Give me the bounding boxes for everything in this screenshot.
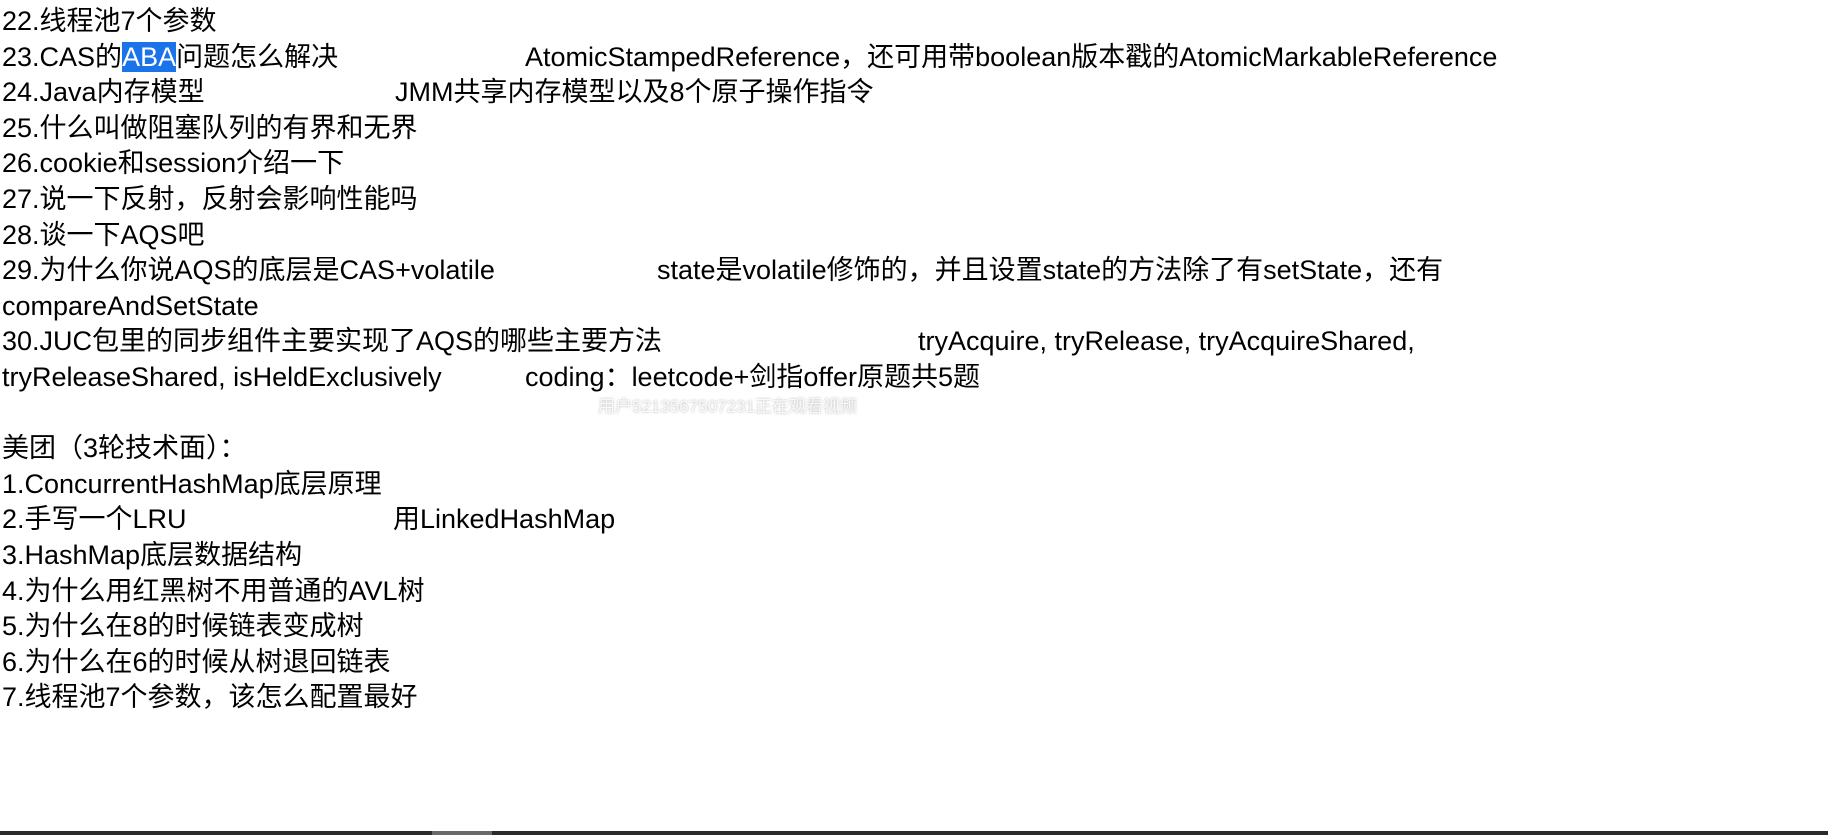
list-item: 1.ConcurrentHashMap底层原理 bbox=[0, 467, 1828, 503]
item-answer: 用LinkedHashMap bbox=[393, 504, 616, 535]
heading-text: 美团（3轮技术面）： bbox=[2, 433, 247, 464]
watermark: 用户5213567507231正在观看视频 bbox=[598, 397, 857, 416]
document-body: 22.线程池7个参数 23.CAS的ABA问题怎么解决 AtomicStampe… bbox=[0, 4, 1828, 716]
item-text: 2.手写一个LRU bbox=[2, 504, 187, 535]
item-text: 24.Java内存模型 bbox=[2, 77, 205, 108]
list-item: compareAndSetState bbox=[0, 289, 1828, 325]
item-text: 7.线程池7个参数，该怎么配置最好 bbox=[2, 682, 418, 713]
list-item: 22.线程池7个参数 bbox=[0, 4, 1828, 40]
list-item: 25.什么叫做阻塞队列的有界和无界 bbox=[0, 111, 1828, 147]
item-text: 25.什么叫做阻塞队列的有界和无界 bbox=[2, 112, 418, 143]
list-item: tryReleaseShared, isHeldExclusively codin… bbox=[0, 360, 1828, 396]
list-item: 7.线程池7个参数，该怎么配置最好 bbox=[0, 680, 1828, 716]
item-answer: state是volatile修饰的，并且设置state的方法除了有setStat… bbox=[657, 255, 1444, 286]
list-item: 24.Java内存模型 JMM共享内存模型以及8个原子操作指令 bbox=[0, 75, 1828, 111]
item-text: 3.HashMap底层数据结构 bbox=[2, 539, 303, 570]
list-item: 6.为什么在6的时候从树退回链表 bbox=[0, 645, 1828, 681]
list-item: 27.说一下反射，反射会影响性能吗 bbox=[0, 182, 1828, 218]
item-text: 26.cookie和session介绍一下 bbox=[2, 148, 345, 179]
item-text: 22.线程池7个参数 bbox=[2, 6, 217, 36]
item-text-post: 问题怎么解决 bbox=[176, 41, 339, 72]
item-text: 6.为什么在6的时候从树退回链表 bbox=[2, 646, 391, 677]
item-answer: JMM共享内存模型以及8个原子操作指令 bbox=[395, 77, 874, 108]
list-item: 26.cookie和session介绍一下 bbox=[0, 146, 1828, 182]
list-item: 3.HashMap底层数据结构 bbox=[0, 538, 1828, 574]
item-text: 1.ConcurrentHashMap底层原理 bbox=[2, 468, 382, 499]
item-answer: tryAcquire, tryRelease, tryAcquireShared… bbox=[918, 326, 1415, 357]
list-item: 4.为什么用红黑树不用普通的AVL树 bbox=[0, 574, 1828, 610]
item-text: 4.为什么用红黑树不用普通的AVL树 bbox=[2, 575, 425, 606]
selected-text[interactable]: ABA bbox=[122, 41, 177, 72]
list-item: 29.为什么你说AQS的底层是CAS+volatile state是volatil… bbox=[0, 253, 1828, 289]
list-item: 30.JUC包里的同步组件主要实现了AQS的哪些主要方法 tryAcquire, … bbox=[0, 324, 1828, 360]
item-text: 27.说一下反射，反射会影响性能吗 bbox=[2, 183, 418, 214]
item-text: tryReleaseShared, isHeldExclusively bbox=[2, 361, 442, 392]
section-heading: 美团（3轮技术面）： bbox=[0, 431, 1828, 467]
item-text: compareAndSetState bbox=[2, 290, 259, 321]
list-item: 23.CAS的ABA问题怎么解决 AtomicStampedReference，… bbox=[0, 40, 1828, 76]
progress-buffered-segment bbox=[432, 831, 492, 835]
item-text: 28.谈一下AQS吧 bbox=[2, 219, 205, 250]
item-answer: coding：leetcode+剑指offer原题共5题 bbox=[525, 361, 980, 392]
list-item: 5.为什么在8的时候链表变成树 bbox=[0, 609, 1828, 645]
item-answer: AtomicStampedReference，还可用带boolean版本戳的At… bbox=[525, 41, 1498, 72]
item-text: 5.为什么在8的时候链表变成树 bbox=[2, 611, 364, 642]
list-item: 28.谈一下AQS吧 bbox=[0, 218, 1828, 254]
item-text: 23.CAS的ABA问题怎么解决 bbox=[2, 40, 338, 76]
item-text-pre: 23.CAS的 bbox=[2, 41, 123, 72]
item-text: 30.JUC包里的同步组件主要实现了AQS的哪些主要方法 bbox=[2, 326, 663, 357]
list-item: 2.手写一个LRU 用LinkedHashMap bbox=[0, 502, 1828, 538]
video-progress-bar[interactable] bbox=[0, 831, 1828, 835]
item-text: 29.为什么你说AQS的底层是CAS+volatile bbox=[2, 255, 495, 286]
